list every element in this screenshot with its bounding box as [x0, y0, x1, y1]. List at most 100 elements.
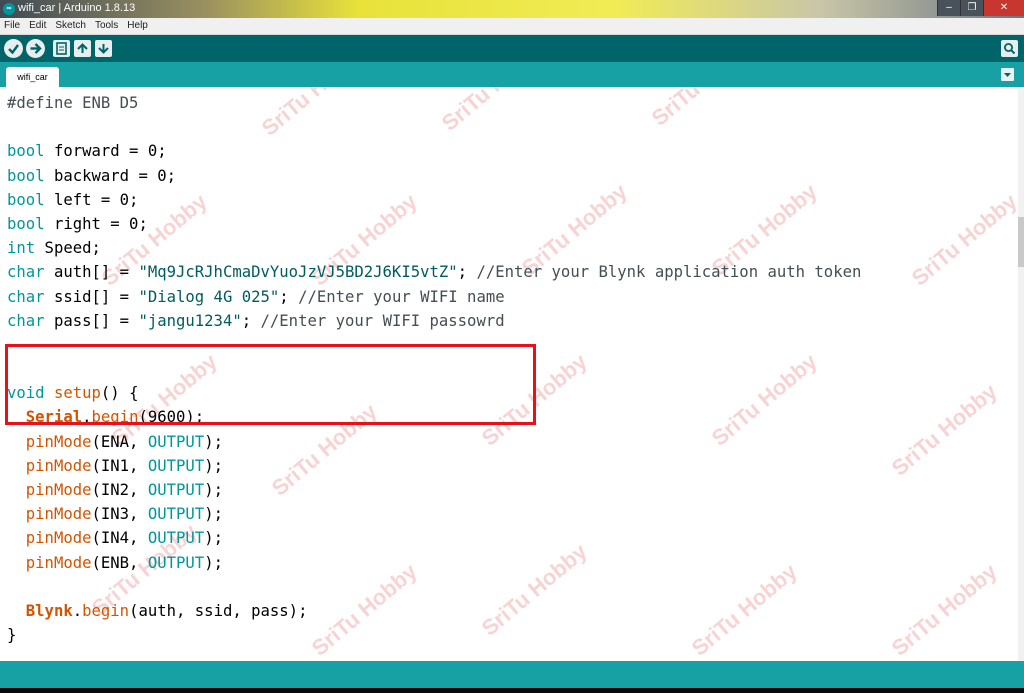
- code-token: (IN4,: [91, 529, 148, 548]
- code-line: #define ENB D5: [7, 91, 861, 115]
- code-token: }: [7, 626, 17, 645]
- highlight-box: [5, 344, 536, 425]
- code-token: right = 0;: [44, 214, 148, 233]
- code-token: (IN3,: [91, 505, 148, 524]
- code-token: OUTPUT: [147, 553, 205, 572]
- code-token: #define ENB D5: [7, 94, 139, 112]
- upload-icon[interactable]: [26, 39, 45, 58]
- title-bar: ∞ wifi_car | Arduino 1.8.13 – ❐ ✕: [0, 0, 1024, 18]
- code-token: pinMode: [25, 505, 92, 524]
- code-token: );: [204, 553, 223, 572]
- code-line: pinMode(ENB, OUTPUT);: [7, 551, 861, 575]
- tab-wifi-car[interactable]: wifi_car: [6, 67, 59, 87]
- code-token: auth[] =: [44, 263, 139, 282]
- code-token: pinMode: [25, 432, 92, 451]
- code-token: pinMode: [25, 529, 92, 548]
- new-icon[interactable]: [53, 40, 70, 57]
- menu-help[interactable]: Help: [123, 18, 153, 34]
- bottom-strip: [0, 688, 1024, 693]
- code-line: int Speed;: [7, 236, 861, 260]
- menu-file[interactable]: File: [0, 18, 25, 34]
- code-token: bool: [7, 214, 45, 233]
- code-token: OUTPUT: [147, 505, 205, 524]
- code-line: pinMode(IN3, OUTPUT);: [7, 502, 861, 526]
- code-token: //Enter your Blynk application auth toke…: [476, 263, 862, 282]
- code-token: ;: [279, 287, 299, 306]
- code-token: left = 0;: [44, 190, 139, 209]
- save-icon[interactable]: [95, 40, 112, 57]
- code-line: bool backward = 0;: [7, 164, 861, 188]
- code-token: );: [204, 432, 223, 451]
- code-token: pinMode: [25, 456, 92, 475]
- minimize-icon[interactable]: –: [937, 0, 960, 16]
- verify-icon[interactable]: [4, 39, 23, 58]
- menu-sketch[interactable]: Sketch: [51, 18, 91, 34]
- code-line: Blynk.begin(auth, ssid, pass);: [7, 599, 861, 623]
- code-token: "Dialog 4G 025": [138, 287, 280, 306]
- code-token: OUTPUT: [147, 529, 205, 548]
- code-token: OUTPUT: [147, 481, 205, 499]
- code-token: );: [204, 505, 223, 524]
- window-title: wifi_car | Arduino 1.8.13: [18, 2, 136, 14]
- console-area: [0, 661, 1024, 688]
- code-token: OUTPUT: [147, 432, 205, 451]
- code-token: (ENA,: [91, 432, 148, 451]
- code-token: ;: [241, 311, 261, 330]
- code-token: (IN2,: [91, 481, 148, 499]
- code-token: "Mq9JcRJhCmaDvYuoJzVJ5BD2J6KI5vtZ": [138, 263, 458, 282]
- code-line: char ssid[] = "Dialog 4G 025"; //Enter y…: [7, 285, 861, 309]
- code-editor[interactable]: SriTu Hobby SriTu Hobby SriTu Hobby SriT…: [0, 87, 1018, 661]
- code-token: char: [7, 287, 45, 306]
- code-token: (auth, ssid, pass);: [129, 601, 308, 620]
- window-controls: – ❐ ✕: [937, 0, 1024, 16]
- code-token: );: [204, 456, 223, 475]
- code-token: ssid[] =: [44, 287, 139, 306]
- code-token: pinMode: [25, 481, 92, 499]
- scrollbar-thumb[interactable]: [1018, 217, 1024, 267]
- code-line: bool forward = 0;: [7, 139, 861, 163]
- menu-tools[interactable]: Tools: [91, 18, 123, 34]
- watermark: SriTu Hobby: [886, 378, 1002, 481]
- code-token: //Enter your WIFI passowrd: [260, 311, 505, 330]
- close-icon[interactable]: ✕: [983, 0, 1024, 16]
- tab-menu-button[interactable]: [1001, 68, 1014, 81]
- code-token: bool: [7, 166, 45, 185]
- code-token: .: [72, 601, 83, 620]
- code-token: char: [7, 263, 45, 282]
- code-token: (ENB,: [91, 553, 148, 572]
- tab-bar: wifi_car: [0, 62, 1024, 87]
- code-token: char: [7, 311, 45, 330]
- open-icon[interactable]: [74, 40, 91, 57]
- code-token: backward = 0;: [44, 166, 176, 185]
- code-token: (IN1,: [91, 456, 148, 475]
- code-token: Blynk: [25, 601, 73, 620]
- code-line: pinMode(IN2, OUTPUT);: [7, 478, 861, 502]
- toolbar: [0, 35, 1024, 62]
- code-line: bool left = 0;: [7, 188, 861, 212]
- serial-monitor-icon[interactable]: [1001, 40, 1018, 57]
- code-line: pinMode(IN4, OUTPUT);: [7, 526, 861, 550]
- code-token: Speed;: [35, 239, 101, 258]
- maximize-icon[interactable]: ❐: [960, 0, 983, 16]
- code-token: ;: [457, 263, 477, 282]
- code-line: }: [7, 623, 861, 647]
- code-line: char auth[] = "Mq9JcRJhCmaDvYuoJzVJ5BD2J…: [7, 260, 861, 284]
- code-token: );: [204, 481, 223, 499]
- menu-edit[interactable]: Edit: [25, 18, 51, 34]
- code-token: begin: [82, 601, 130, 620]
- vertical-scrollbar[interactable]: [1018, 87, 1024, 661]
- menu-bar: File Edit Sketch Tools Help: [0, 18, 1024, 35]
- code-token: bool: [7, 190, 45, 209]
- arduino-logo-icon: ∞: [3, 3, 15, 15]
- code-token: int: [7, 239, 36, 258]
- code-line: pinMode(IN1, OUTPUT);: [7, 454, 861, 478]
- code-line: bool right = 0;: [7, 212, 861, 236]
